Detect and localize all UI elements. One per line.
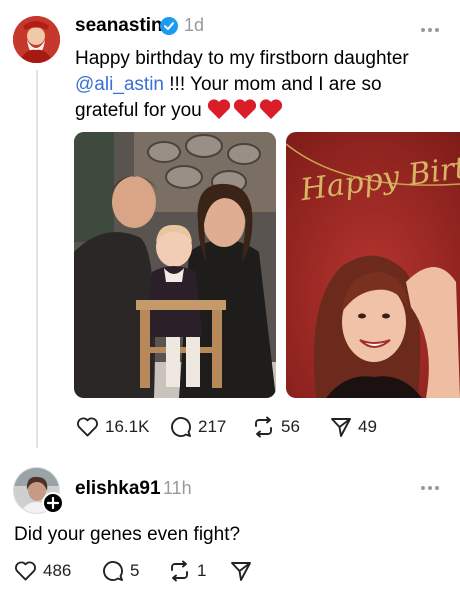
heart-icon	[77, 417, 98, 437]
post-caption: Happy birthday to my firstborn daughter …	[75, 46, 435, 128]
like-button[interactable]: 16.1K	[76, 416, 149, 437]
reply-like-count: 486	[43, 560, 72, 580]
repost-icon	[255, 416, 272, 438]
repost-count: 56	[281, 417, 300, 436]
repost-button[interactable]: 56	[252, 416, 300, 438]
heart-icon	[15, 561, 36, 581]
share-button[interactable]: 49	[330, 416, 377, 438]
author-avatar[interactable]	[13, 16, 60, 63]
reply-repost-button[interactable]: 1	[168, 560, 206, 582]
reply-comment-count: 5	[130, 561, 140, 580]
author-username[interactable]: seanastin	[75, 15, 163, 37]
follow-button[interactable]	[42, 492, 64, 514]
thread-line	[36, 70, 38, 448]
mention-link[interactable]: @ali_astin	[75, 74, 164, 95]
birthday-photo[interactable]: Happy Birt	[286, 132, 460, 398]
repost-icon	[171, 560, 188, 582]
caption-text: Happy birthday to my firstborn daughter	[75, 48, 409, 69]
more-icon[interactable]	[420, 27, 440, 33]
reply-repost-count: 1	[197, 561, 207, 580]
hearts-emoji	[207, 98, 283, 128]
share-count: 49	[358, 417, 377, 436]
reply-username[interactable]: elishka91	[75, 478, 161, 500]
more-icon[interactable]	[420, 485, 440, 491]
share-icon	[231, 562, 251, 581]
like-count: 16.1K	[105, 416, 150, 436]
reply-time: 11h	[163, 478, 192, 498]
reply-comment-button[interactable]: 5	[102, 560, 139, 582]
family-photo[interactable]	[74, 132, 276, 398]
comment-icon	[103, 561, 123, 581]
reply-like-button[interactable]: 486	[14, 560, 71, 581]
verified-icon	[160, 17, 178, 35]
reply-text: Did your genes even fight?	[14, 524, 241, 545]
post-time: 1d	[184, 15, 205, 35]
reply-share-button[interactable]	[230, 560, 252, 582]
comment-count: 217	[198, 417, 227, 436]
comment-button[interactable]: 217	[170, 416, 226, 438]
follow-plus-icon	[46, 496, 60, 510]
share-icon	[331, 418, 351, 437]
comment-icon	[171, 417, 191, 437]
